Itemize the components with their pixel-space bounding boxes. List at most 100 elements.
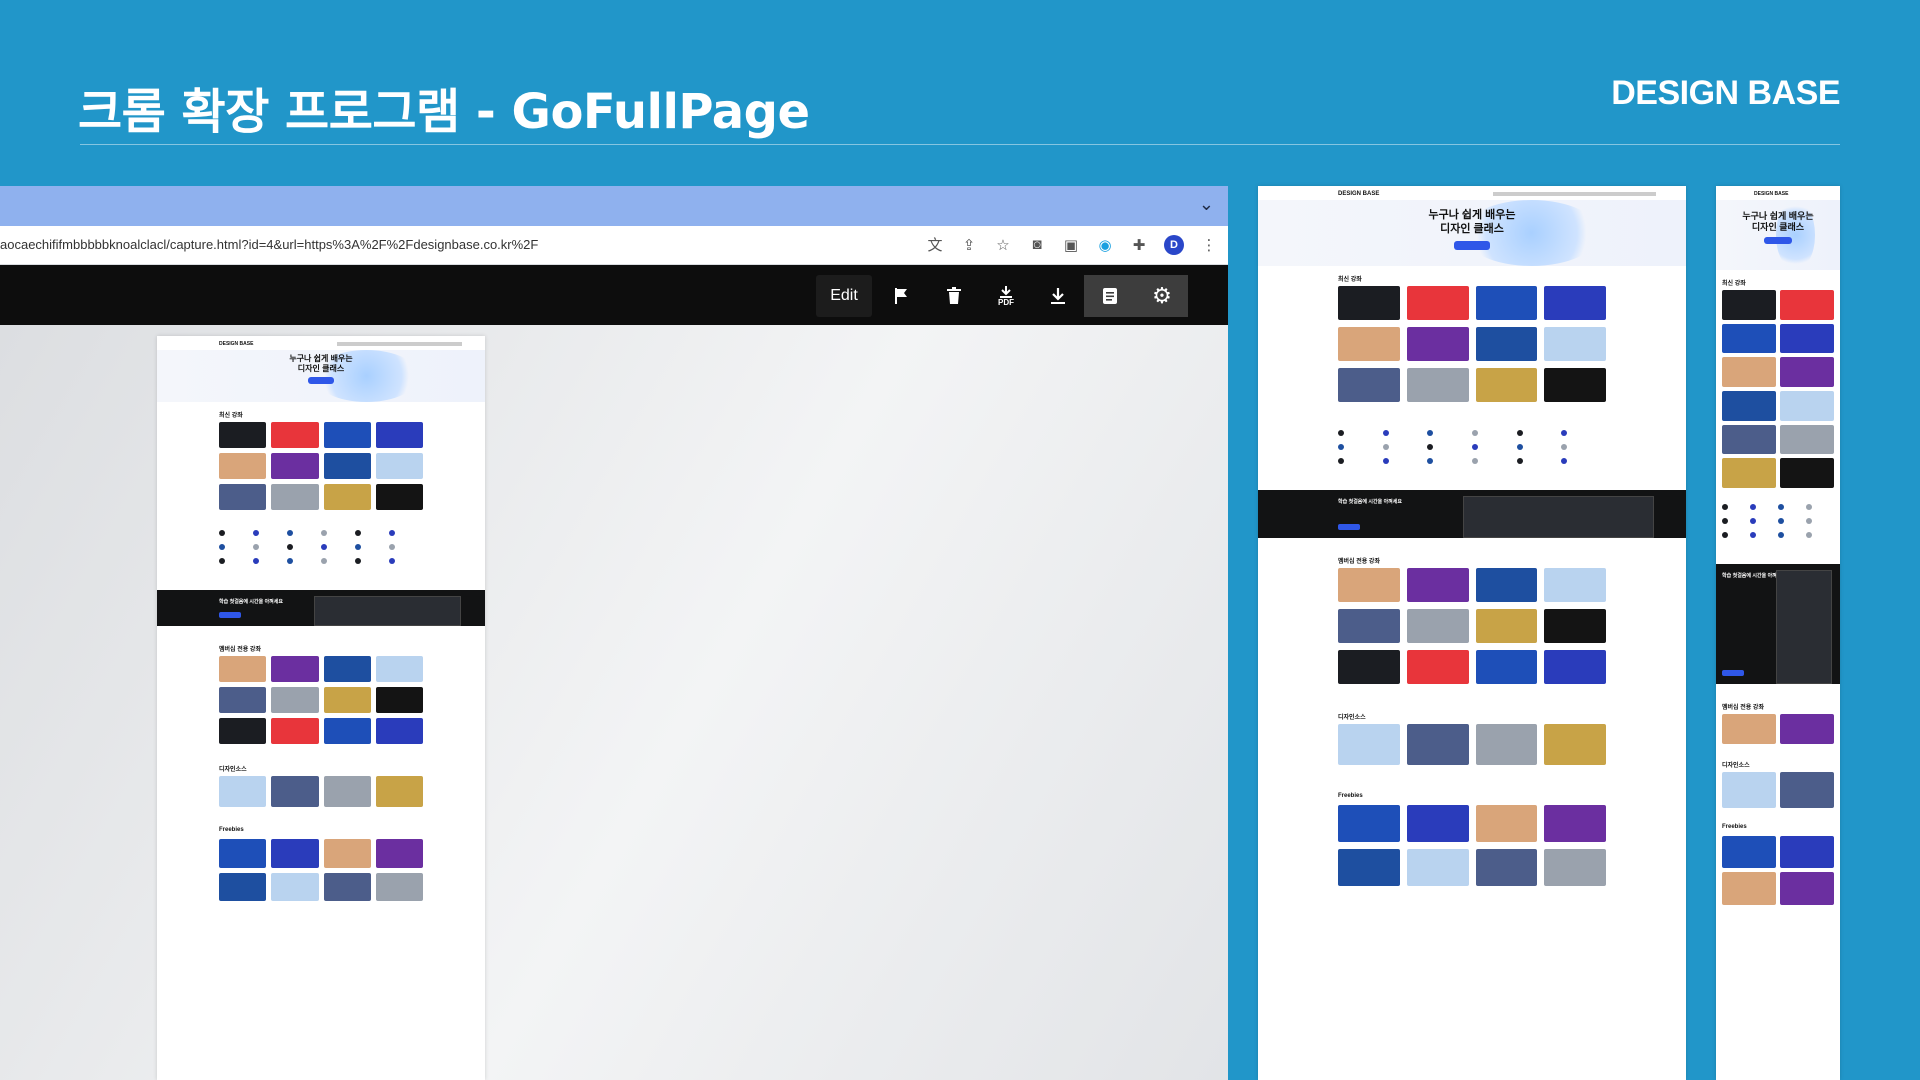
download-icon[interactable] <box>1032 275 1084 317</box>
thumbnail <box>323 872 371 902</box>
category-dot <box>1778 532 1784 539</box>
category-dot <box>1427 443 1434 450</box>
thumbnail <box>1475 649 1538 684</box>
download-pdf-icon[interactable]: PDF <box>980 275 1032 317</box>
chevron-down-icon[interactable]: ⌄ <box>1199 194 1214 215</box>
category-dot <box>1516 443 1523 450</box>
thumbnail <box>1338 326 1400 361</box>
thumbnail-grid <box>1338 567 1606 684</box>
bookmark-star-icon[interactable]: ☆ <box>994 236 1012 254</box>
thumbnail-grid <box>1338 286 1606 402</box>
thumbnail <box>1406 649 1469 684</box>
thumbnail <box>375 422 423 448</box>
page-hero-title: 누구나 쉽게 배우는 디자인 클래스 <box>1742 210 1814 232</box>
thumbnail <box>375 872 423 902</box>
trash-icon[interactable] <box>928 275 980 317</box>
category-dot <box>355 529 361 536</box>
thumbnail <box>1475 567 1538 602</box>
thumbnail <box>1722 357 1776 388</box>
page-logo: DESIGN BASE <box>1754 191 1789 197</box>
thumbnail <box>271 483 319 510</box>
thumbnail <box>1475 326 1538 361</box>
thumbnail <box>1780 835 1834 869</box>
category-dot <box>253 557 259 564</box>
thumbnail <box>1780 424 1834 455</box>
thumbnail-grid <box>1722 714 1834 744</box>
captured-page-preview-main[interactable]: DESIGN BASE 누구나 쉽게 배우는 디자인 클래스 최신 강좌 학습 첫걸음에… <box>157 336 485 1080</box>
thumbnail <box>219 483 267 510</box>
promo-band-screenshot <box>314 595 461 626</box>
more-menu-icon[interactable]: ⋮ <box>1200 236 1218 254</box>
thumbnail <box>1544 367 1606 402</box>
profile-avatar[interactable]: D <box>1164 234 1184 255</box>
promo-band-screenshot <box>1463 495 1654 538</box>
thumbnail <box>323 717 371 744</box>
document-icon[interactable] <box>1084 275 1136 317</box>
thumbnail <box>1722 323 1776 354</box>
thumbnail <box>271 872 319 902</box>
category-dot <box>1806 504 1812 511</box>
category-dot <box>219 557 225 564</box>
thumbnail <box>271 655 319 682</box>
thumbnail <box>1544 608 1606 643</box>
thumbnail <box>271 452 319 479</box>
thumbnail-grid <box>219 422 423 510</box>
page-section-title: 디자인소스 <box>219 766 247 773</box>
category-dot <box>1750 532 1756 539</box>
page-section-title: 멤버십 전용 강좌 <box>219 646 261 653</box>
category-dot <box>321 529 327 536</box>
thumbnail-grid <box>1338 723 1606 765</box>
category-dot <box>355 557 361 564</box>
edit-button[interactable]: Edit <box>816 275 872 317</box>
thumbnail <box>375 839 423 868</box>
pdf-label: PDF <box>998 297 1014 307</box>
camera-icon[interactable]: ◙ <box>1028 236 1046 253</box>
thumbnail <box>1544 723 1606 765</box>
promo-band-screenshot <box>1775 570 1833 685</box>
thumbnail <box>1722 424 1776 455</box>
url-text[interactable]: aocaechififmbbbbbknoalclacl/capture.html… <box>0 237 538 252</box>
thumbnail <box>1406 367 1469 402</box>
thumbnail <box>1544 326 1606 361</box>
thumbnail <box>1338 848 1400 887</box>
thumbnail <box>1406 848 1469 887</box>
page-section-title: 최신 강좌 <box>1722 281 1746 287</box>
translate-icon[interactable]: 文 <box>926 234 944 255</box>
thumbnail-grid <box>1722 771 1834 808</box>
category-dot <box>1750 518 1756 525</box>
page-section-title: 최신 강좌 <box>1338 277 1362 283</box>
thumbnail <box>1338 723 1400 765</box>
page-section-title: Freebies <box>1722 823 1747 830</box>
promo-band-button <box>1338 523 1360 530</box>
category-list <box>1338 429 1606 464</box>
category-dot <box>1382 443 1389 450</box>
category-dot <box>1338 443 1344 450</box>
flag-icon[interactable] <box>876 275 928 317</box>
page-section-title: 최신 강좌 <box>219 413 243 419</box>
thumbnail <box>323 655 371 682</box>
thumbnail <box>1406 608 1469 643</box>
gofullpage-toolbar: Edit PDF ⚙ <box>0 265 1228 325</box>
address-bar[interactable]: aocaechififmbbbbbknoalclacl/capture.html… <box>0 226 1228 265</box>
extension-eye-icon[interactable]: ◉ <box>1096 236 1114 254</box>
thumbnail <box>219 872 267 902</box>
thumbnail <box>375 483 423 510</box>
page-nav <box>1493 192 1657 196</box>
share-icon[interactable]: ⇪ <box>960 236 978 254</box>
slide-title: 크롬 확장 프로그램 - GoFullPage <box>78 84 810 140</box>
thumbnail <box>1475 367 1538 402</box>
screen-capture-icon[interactable]: ▣ <box>1062 236 1080 254</box>
category-dot <box>1471 429 1478 436</box>
thumbnail <box>1722 391 1776 421</box>
thumbnail <box>1780 714 1834 744</box>
page-hero-button <box>1454 241 1490 250</box>
thumbnail <box>1475 286 1538 320</box>
gear-icon[interactable]: ⚙ <box>1136 275 1188 317</box>
thumbnail <box>1406 567 1469 602</box>
extensions-puzzle-icon[interactable]: ✚ <box>1130 236 1148 254</box>
thumbnail <box>1780 458 1834 489</box>
promo-band-title: 학습 첫걸음에 시간을 아껴세요 <box>1338 498 1402 505</box>
category-dot <box>1382 429 1389 436</box>
thumbnail <box>271 686 319 713</box>
thumbnail <box>323 422 371 448</box>
